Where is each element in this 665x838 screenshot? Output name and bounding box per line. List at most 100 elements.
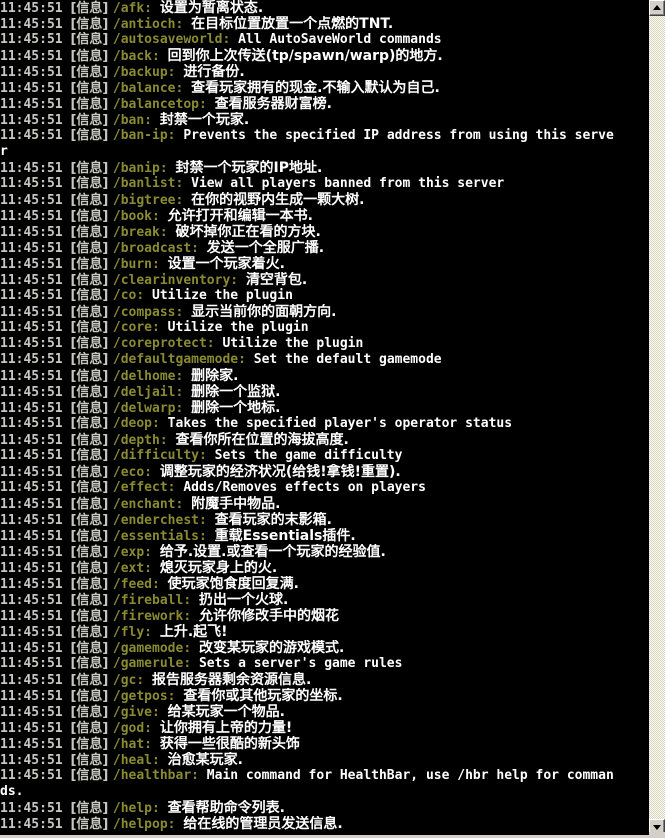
log-timestamp: 11:45:51	[0, 320, 71, 335]
log-description: Set the default gamemode	[253, 352, 442, 367]
log-timestamp: 11:45:51	[0, 817, 71, 832]
log-description: Utilize the plugin	[167, 320, 309, 335]
log-description: 给予.设置.或查看一个玩家的经验值.	[159, 544, 386, 560]
log-command: /antioch:	[112, 17, 192, 32]
scrollbar-track[interactable]	[649, 16, 665, 819]
log-level: [信息]	[70, 673, 113, 688]
log-command: /essentials:	[112, 529, 215, 544]
log-line: 11:45:51 [信息] /exp: 给予.设置.或查看一个玩家的经验值.	[0, 544, 649, 560]
log-timestamp: 11:45:51	[0, 737, 71, 752]
log-level: [信息]	[70, 801, 113, 816]
log-timestamp: 11:45:51	[0, 17, 71, 32]
log-line: 11:45:51 [信息] /banip: 封禁一个玩家的IP地址.	[0, 160, 649, 176]
log-command: /compass:	[112, 305, 192, 320]
log-line: 11:45:51 [信息] /help: 查看帮助命令列表.	[0, 800, 649, 816]
log-line: 11:45:51 [信息] /effect: Adds/Removes effe…	[0, 480, 649, 496]
log-command: /gc:	[112, 673, 153, 688]
log-level: [信息]	[70, 625, 113, 640]
log-command: /god:	[112, 721, 160, 736]
log-description: 重载Essentials插件.	[214, 528, 356, 544]
log-timestamp: 11:45:51	[0, 193, 71, 208]
log-timestamp: 11:45:51	[0, 465, 71, 480]
log-level: [信息]	[70, 352, 113, 367]
log-timestamp: 11:45:51	[0, 656, 71, 671]
log-level: [信息]	[70, 513, 113, 528]
log-timestamp: 11:45:51	[0, 225, 71, 240]
triangle-down-icon	[652, 824, 661, 830]
log-command: /back:	[112, 49, 168, 64]
log-description: 在目标位置放置一个点燃的TNT.	[191, 16, 394, 32]
scroll-up-button[interactable]	[649, 0, 665, 16]
log-description: 治愈某玩家.	[167, 752, 243, 768]
log-command: /hat:	[112, 737, 160, 752]
log-command: /ban:	[112, 113, 160, 128]
log-command: /balancetop:	[112, 97, 215, 112]
log-level: [信息]	[70, 241, 113, 256]
vertical-scrollbar[interactable]	[649, 0, 665, 835]
log-description-wrapped: r	[0, 144, 8, 159]
log-command: /gamerule:	[112, 656, 199, 671]
log-level: [信息]	[70, 480, 113, 495]
log-description: Prevents the specified IP address from u…	[183, 128, 614, 143]
log-line: 11:45:51 [信息] /difficulty: Sets the game…	[0, 448, 649, 464]
log-description: Takes the specified player's operator st…	[167, 416, 513, 431]
log-line: 11:45:51 [信息] /getpos: 查看你或其他玩家的坐标.	[0, 688, 649, 704]
log-line: 11:45:51 [信息] /ban: 封禁一个玩家.	[0, 112, 649, 128]
log-line: 11:45:51 [信息] /give: 给某玩家一个物品.	[0, 704, 649, 720]
log-line: 11:45:51 [信息] /banlist: View all players…	[0, 176, 649, 192]
log-command: /heal:	[112, 753, 168, 768]
log-command: /depth:	[112, 433, 176, 448]
log-line: 11:45:51 [信息] /autosaveworld: All AutoSa…	[0, 32, 649, 48]
log-command: /bigtree:	[112, 193, 192, 208]
log-timestamp: 11:45:51	[0, 81, 71, 96]
log-command: /delhome:	[112, 369, 192, 384]
log-timestamp: 11:45:51	[0, 561, 71, 576]
log-level: [信息]	[70, 97, 113, 112]
log-command: /effect:	[112, 480, 184, 495]
log-command: /deop:	[112, 416, 168, 431]
log-timestamp: 11:45:51	[0, 609, 71, 624]
log-description: 发送一个全服广播.	[206, 240, 325, 256]
log-line: 11:45:51 [信息] /ban-ip: Prevents the spec…	[0, 128, 649, 144]
log-timestamp: 11:45:51	[0, 161, 71, 176]
log-level: [信息]	[70, 176, 113, 191]
log-description: 显示当前你的面朝方向.	[191, 304, 337, 320]
log-timestamp: 11:45:51	[0, 288, 71, 303]
log-description: 查看你或其他玩家的坐标.	[183, 688, 343, 704]
log-timestamp: 11:45:51	[0, 113, 71, 128]
log-timestamp: 11:45:51	[0, 448, 71, 463]
log-level: [信息]	[70, 577, 113, 592]
log-timestamp: 11:45:51	[0, 705, 71, 720]
log-description: 封禁一个玩家的IP地址.	[175, 160, 323, 176]
log-line: 11:45:51 [信息] /afk: 设置为暂离状态.	[0, 0, 649, 16]
log-description: 附魔手中物品.	[191, 496, 281, 512]
log-line: 11:45:51 [信息] /healthbar: Main command f…	[0, 768, 649, 784]
log-description: Main command for HealthBar, use /hbr hel…	[206, 768, 614, 783]
log-command: /fly:	[112, 625, 160, 640]
log-command: /ext:	[112, 561, 160, 576]
log-level: [信息]	[70, 545, 113, 560]
console-log-output[interactable]: 11:45:51 [信息] /afk: 设置为暂离状态. 11:45:51 [信息…	[0, 0, 649, 835]
log-timestamp: 11:45:51	[0, 257, 71, 272]
log-timestamp: 11:45:51	[0, 305, 71, 320]
log-line: 11:45:51 [信息] /antioch: 在目标位置放置一个点燃的TNT.	[0, 16, 649, 32]
log-description: 查看玩家拥有的现金.不输入默认为自己.	[191, 80, 440, 96]
log-level: [信息]	[70, 113, 113, 128]
log-level: [信息]	[70, 273, 113, 288]
log-line: 11:45:51 [信息] /bigtree: 在你的视野内生成一颗大树.	[0, 192, 649, 208]
log-timestamp: 11:45:51	[0, 49, 71, 64]
log-timestamp: 11:45:51	[0, 753, 71, 768]
log-level: [信息]	[70, 305, 113, 320]
log-description: 破坏掉你正在看的方块.	[175, 224, 321, 240]
log-command: /exp:	[112, 545, 160, 560]
log-level: [信息]	[70, 561, 113, 576]
log-level: [信息]	[70, 288, 113, 303]
log-line-continuation: r	[0, 144, 649, 160]
log-level: [信息]	[70, 705, 113, 720]
log-line: 11:45:51 [信息] /depth: 查看你所在位置的海拔高度.	[0, 432, 649, 448]
triangle-up-icon	[652, 4, 661, 10]
log-command: /deljail:	[112, 385, 192, 400]
log-command: /book:	[112, 209, 168, 224]
log-level: [信息]	[70, 465, 113, 480]
log-command: /coreprotect:	[112, 336, 223, 351]
